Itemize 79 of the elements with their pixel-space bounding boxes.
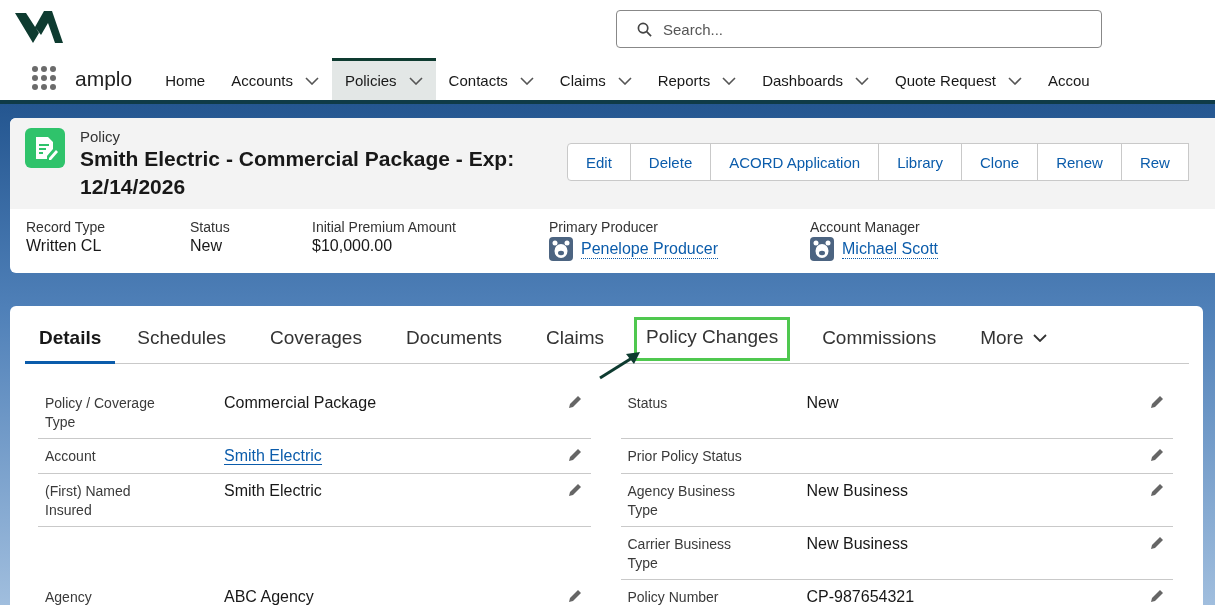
nav-tab[interactable]: Home (152, 58, 219, 100)
nav-tab[interactable]: Accou (1035, 58, 1103, 100)
pencil-icon[interactable] (1149, 535, 1165, 551)
field-value: New Business (806, 482, 908, 499)
user-link[interactable]: Michael Scott (842, 239, 939, 259)
chevron-down-icon[interactable] (408, 76, 423, 85)
user-link[interactable]: Penelope Producer (581, 239, 718, 259)
field-value: New Business (806, 535, 908, 552)
field-value: New (190, 237, 223, 255)
tab[interactable]: Commissions (800, 314, 959, 364)
field-value: CP-987654321 (806, 588, 915, 605)
field-label: Account Manager (810, 219, 921, 235)
policy-document-icon (25, 128, 65, 168)
object-type-label: Policy (80, 128, 121, 145)
field-value: $10,000.00 (312, 237, 394, 255)
tab[interactable]: Details (25, 314, 116, 364)
chevron-down-icon[interactable] (1033, 333, 1048, 342)
chevron-down-icon[interactable] (1008, 76, 1022, 85)
tab[interactable]: Documents (383, 314, 525, 364)
field-label: Agency (45, 588, 93, 605)
field-label: Policy / Coverage Type (45, 394, 156, 432)
search-field[interactable]: Search... (616, 10, 1102, 48)
action-button[interactable]: ACORD Application (710, 143, 880, 181)
nav-tab[interactable]: Claims (546, 58, 645, 100)
record-title: Smith Electric - Commercial Package - Exp: 12/14/2026 (80, 146, 516, 200)
chevron-down-icon[interactable] (304, 76, 319, 85)
nav-tab[interactable]: Policies (331, 58, 436, 100)
tab[interactable]: Claims (524, 314, 627, 364)
pencil-icon[interactable] (1149, 482, 1165, 498)
user-avatar-icon (549, 237, 573, 261)
tab[interactable]: More (958, 314, 1070, 364)
field-label: Initial Premium Amount (312, 219, 457, 235)
nav-tab[interactable]: Contacts (435, 58, 547, 100)
field-value: Smith Electric (224, 482, 322, 499)
search-icon (637, 22, 652, 37)
logo-icon (15, 11, 63, 43)
field-value: Written CL (26, 237, 103, 255)
field-label: Carrier Business Type (627, 535, 732, 573)
chevron-down-icon[interactable] (722, 76, 737, 85)
nav-tab[interactable]: Dashboards (749, 58, 883, 100)
field-value: New (806, 394, 839, 411)
chevron-down-icon[interactable] (855, 76, 870, 85)
action-button[interactable]: Clone (961, 143, 1039, 181)
field-label: Policy Number (627, 588, 720, 605)
field-value: ABC Agency (224, 588, 314, 605)
pencil-icon[interactable] (566, 447, 583, 463)
field-label: Status (627, 394, 669, 413)
user-avatar-icon (810, 237, 834, 261)
tab[interactable]: Coverages (248, 314, 384, 364)
field-value: Commercial Package (224, 394, 377, 411)
field-label: Status (190, 219, 231, 235)
action-button[interactable]: Edit (567, 143, 631, 181)
app-name: amplo (75, 67, 133, 91)
pencil-icon[interactable] (566, 588, 583, 604)
action-button[interactable]: Delete (629, 143, 712, 181)
pencil-icon[interactable] (1149, 447, 1165, 463)
tab[interactable]: Schedules (115, 314, 249, 364)
action-button[interactable]: Renew (1037, 143, 1122, 181)
field-label: Record Type (26, 219, 107, 235)
annotation-arrow (598, 350, 643, 380)
field-label: Account (45, 447, 97, 466)
field-label: (First) Named Insured (45, 482, 132, 520)
action-button[interactable]: Rew (1120, 143, 1189, 181)
nav-tab[interactable]: Accounts (218, 58, 332, 100)
chevron-down-icon[interactable] (519, 76, 534, 85)
pencil-icon[interactable] (1149, 588, 1165, 604)
field-label: Prior Policy Status (627, 447, 743, 466)
field-label: Agency Business Type (627, 482, 736, 520)
pencil-icon[interactable] (566, 482, 583, 498)
pencil-icon[interactable] (566, 394, 583, 410)
field-label: Primary Producer (549, 219, 659, 235)
field-link[interactable]: Smith Electric (224, 447, 322, 465)
nav-tab[interactable]: Quote Request (882, 58, 1035, 100)
app-launcher-icon[interactable] (31, 65, 57, 91)
nav-tab[interactable]: Reports (644, 58, 750, 100)
pencil-icon[interactable] (1149, 394, 1165, 410)
tab[interactable]: Policy Changes (634, 316, 791, 361)
chevron-down-icon[interactable] (617, 76, 632, 85)
action-button[interactable]: Library (878, 143, 962, 181)
